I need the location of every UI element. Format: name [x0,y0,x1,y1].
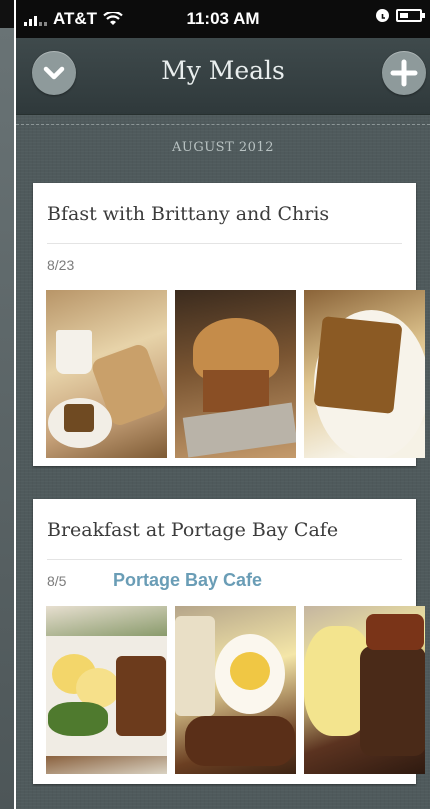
previous-screen-edge [0,0,14,809]
phone-screen: AT&T 11:03 AM My Meals AUGUST 2012 Bfast… [16,0,430,809]
page-title: My Meals [161,56,285,85]
meal-title: Breakfast at Portage Bay Cafe [47,519,339,541]
status-time: 11:03 AM [186,9,260,28]
status-bar: AT&T 11:03 AM [16,0,430,38]
add-meal-button[interactable] [382,51,426,95]
meal-card[interactable]: Bfast with Brittany and Chris 8/23 [33,183,425,466]
breakfast-plate-photo[interactable] [175,606,296,774]
meal-title: Bfast with Brittany and Chris [47,203,330,225]
restaurant-link[interactable]: Portage Bay Cafe [113,570,262,591]
card-divider [47,243,402,244]
omelette-toast-photo[interactable] [304,606,425,774]
card-divider [47,559,402,560]
coffee-and-pastries-photo[interactable] [46,290,167,458]
meal-photos [46,290,425,458]
alarm-clock-icon [376,9,389,22]
plus-icon [390,59,418,87]
meal-date: 8/23 [47,257,75,273]
month-section-header: AUGUST 2012 [172,140,274,155]
battery-icon [396,9,425,22]
meal-date: 8/5 [47,573,67,589]
navigation-bar: My Meals [16,38,430,115]
meal-card[interactable]: Breakfast at Portage Bay Cafe 8/5 Portag… [33,499,425,784]
pumpkin-bread-photo[interactable] [304,290,425,458]
meal-photos [46,606,425,774]
eggs-benedict-photo[interactable] [46,606,167,774]
muffin-photo[interactable] [175,290,296,458]
navbar-divider [16,124,430,125]
